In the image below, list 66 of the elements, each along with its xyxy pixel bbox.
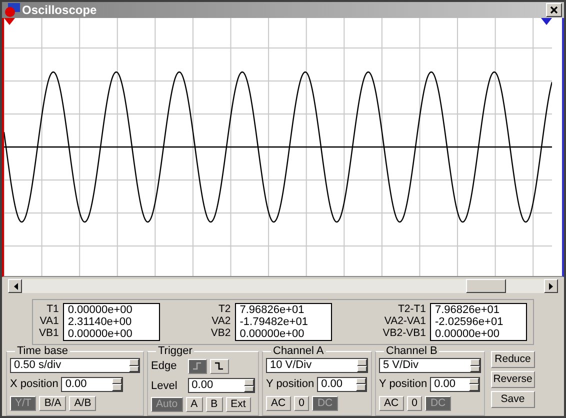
field-label: Y position [266,377,314,392]
readout-value: -1.79482e+01 [240,316,309,328]
group-title: Trigger [156,345,194,357]
edge-button[interactable] [188,358,207,374]
coupling-button[interactable]: 0 [406,396,422,410]
readout-value: 0.00000e+00 [240,328,306,340]
volts-per-div-field[interactable]: 5 V/Div [379,358,481,373]
spin-buttons[interactable] [244,379,254,392]
y-position-field[interactable]: 0.00 [317,376,368,392]
readout-label: T2 [218,303,231,315]
group-title: Channel A [271,345,326,357]
readout-label: VB2-VB1 [382,327,426,339]
time-scale-field[interactable]: 0.50 s/div [10,358,140,373]
left-arrow-icon [12,282,18,290]
spin-buttons[interactable] [357,359,367,372]
action-button[interactable]: Reduce [490,351,535,368]
spin-buttons[interactable] [112,378,122,391]
x-position-field[interactable]: 0.00 [61,376,124,392]
right-arrow-icon [548,282,554,290]
readout-label: VB2 [210,327,231,339]
readout-label: T1 [46,303,59,315]
coupling-button[interactable]: AC [266,396,291,410]
edge-button[interactable] [210,358,229,374]
trigger-source-button[interactable]: Ext [226,397,251,412]
field-label: Edge [151,359,178,374]
close-icon [550,6,558,14]
rising-edge-icon [193,362,202,370]
readout-label: T2-T1 [398,303,426,315]
falling-edge-icon [215,362,224,370]
scroll-right-button[interactable] [544,279,558,293]
trigger-source-button[interactable]: B [206,397,223,412]
group-title: Channel B [384,345,440,357]
readout-label: VA2-VA1 [384,315,426,327]
spin-buttons[interactable] [129,359,139,372]
readout-label: VA2 [212,315,231,327]
trigger-source-button[interactable]: A [186,397,203,412]
app-icon [4,3,20,17]
action-button[interactable]: Save [490,390,535,408]
mode-button[interactable]: B/A [39,396,66,410]
scroll-left-button[interactable] [8,279,22,293]
readout-value: 0.00000e+00 [68,328,134,340]
readout-value: -2.02596e+01 [434,316,504,328]
action-button[interactable]: Reverse [490,370,535,388]
readout-value: 7.96826e+01 [240,304,306,316]
y-position-field[interactable]: 0.00 [430,376,480,392]
readout-label: VB1 [39,327,59,339]
spin-buttons[interactable] [470,359,480,372]
readout-value: 0.00000e+00 [434,328,501,340]
field-label: Level [151,378,178,394]
scrollbar-thumb[interactable] [466,279,506,293]
readout-value: 0.00000e+00 [68,304,134,316]
readout-value: 7.96826e+01 [434,304,501,316]
close-button[interactable] [546,3,562,17]
coupling-button[interactable]: AC [379,396,404,410]
field-label: X position [10,377,58,392]
group-title: Time base [15,345,70,357]
readout-value: 2.31140e+00 [68,316,133,328]
window-title: Oscilloscope [22,2,97,19]
field-label: Y position [379,377,428,392]
spin-buttons[interactable] [356,378,366,391]
volts-per-div-field[interactable]: 10 V/Div [266,358,368,373]
mode-button[interactable]: A/B [69,396,96,410]
spin-buttons[interactable] [469,378,480,391]
trigger-level-field[interactable]: 0.00 [188,378,255,394]
readout-label: VA1 [40,315,59,327]
coupling-button[interactable]: 0 [294,396,310,410]
